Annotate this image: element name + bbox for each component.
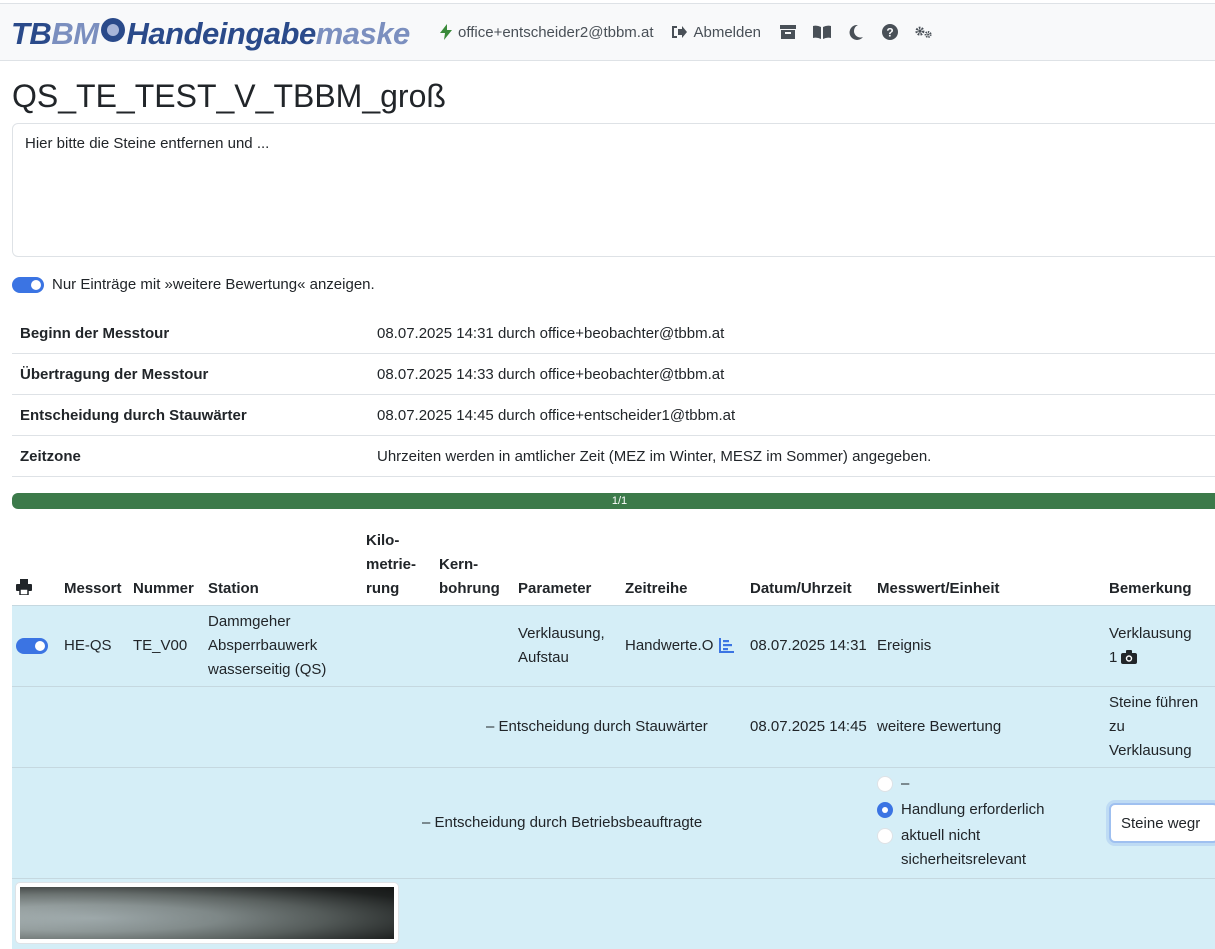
info-row: Zeitzone Uhrzeiten werden in amtlicher Z… xyxy=(12,436,1215,477)
progress-bar: 1/1 xyxy=(12,493,1215,509)
info-table: Beginn der Messtour 08.07.2025 14:31 dur… xyxy=(12,313,1215,477)
camera-icon[interactable] xyxy=(1121,648,1138,672)
radio-option-nicht-relevant[interactable]: aktuell nicht xyxy=(877,824,980,848)
decision-stauwaerter-bemerkung-2: zu xyxy=(1109,718,1125,735)
info-label: Beginn der Messtour xyxy=(20,324,170,342)
header-zeitreihe[interactable]: Zeitreihe xyxy=(625,577,688,601)
navbar: TBBM Handeingabemaske office+entscheider2… xyxy=(0,3,1215,61)
cell-station-2: Absperrbauwerk xyxy=(208,637,318,654)
header-bemerkung[interactable]: Bemerkung xyxy=(1109,577,1192,601)
progress-fill: 1/1 xyxy=(12,493,1215,509)
header-station[interactable]: Station xyxy=(208,577,259,601)
logout-icon xyxy=(672,26,688,38)
info-value: 08.07.2025 14:33 durch office+beobachter… xyxy=(377,365,725,383)
radio-handlung-label: Handlung erforderlich xyxy=(901,801,1045,818)
filter-toggle[interactable] xyxy=(12,276,44,293)
moon-icon[interactable] xyxy=(847,23,865,41)
header-kilometrierung-1[interactable]: Kilo- xyxy=(366,529,399,553)
chart-icon[interactable] xyxy=(719,637,735,661)
info-value: Uhrzeiten werden in amtlicher Zeit (MEZ … xyxy=(377,447,932,465)
user-menu[interactable]: office+entscheider2@tbbm.at xyxy=(440,24,653,41)
header-kernbohrung-2[interactable]: bohrung xyxy=(439,577,500,601)
logo-part3: Handeingabe xyxy=(126,16,317,51)
info-label: Zeitzone xyxy=(20,447,81,465)
comment-text: Hier bitte die Steine entfernen und ... xyxy=(25,135,270,152)
zeitreihe-label: Handwerte.O xyxy=(625,637,714,654)
logout-label: Abmelden xyxy=(693,23,762,41)
decision-stauwaerter-bemerkung-3: Verklausung xyxy=(1109,742,1192,759)
header-kernbohrung-1[interactable]: Kern- xyxy=(439,553,478,577)
app-logo[interactable]: TBBM Handeingabemaske xyxy=(11,16,410,52)
logo-globe-icon xyxy=(100,18,125,42)
header-datum[interactable]: Datum/Uhrzeit xyxy=(750,577,852,601)
header-messwert[interactable]: Messwert/Einheit xyxy=(877,577,1000,601)
logo-part4: maske xyxy=(315,16,411,51)
info-row: Entscheidung durch Stauwärter 08.07.2025… xyxy=(12,395,1215,436)
cell-nummer: TE_V00 xyxy=(133,637,188,654)
info-label: Entscheidung durch Stauwärter xyxy=(20,406,247,424)
info-row: Beginn der Messtour 08.07.2025 14:31 dur… xyxy=(12,313,1215,354)
row-toggle[interactable] xyxy=(16,638,48,654)
radio-none[interactable] xyxy=(877,776,893,792)
info-label: Übertragung der Messtour xyxy=(20,365,209,383)
header-kilometrierung-3[interactable]: rung xyxy=(366,577,399,601)
radio-none-label: – xyxy=(901,775,910,792)
radio-handlung[interactable] xyxy=(877,802,893,818)
info-value: 08.07.2025 14:45 durch office+entscheide… xyxy=(377,406,736,424)
decision-betrieb-label: – Entscheidung durch Betriebsbeauftragte xyxy=(422,814,703,831)
photo-image xyxy=(20,887,394,939)
cell-station-3: wasserseitig (QS) xyxy=(208,661,327,678)
comment-textarea[interactable]: Hier bitte die Steine entfernen und ... xyxy=(12,123,1215,257)
progress-label: 1/1 xyxy=(611,495,628,507)
decision-stauwaerter-label: – Entscheidung durch Stauwärter xyxy=(486,718,708,735)
cell-datum: 08.07.2025 14:31 xyxy=(750,637,867,654)
radio-option-handlung[interactable]: Handlung erforderlich xyxy=(877,798,1044,822)
decision-stauwaerter-messwert: weitere Bewertung xyxy=(877,718,1002,735)
radio-nicht-relevant-label-2: sicherheitsrelevant xyxy=(901,851,1027,868)
table-row xyxy=(12,605,1215,687)
info-row: Übertragung der Messtour 08.07.2025 14:3… xyxy=(12,354,1215,395)
print-icon[interactable] xyxy=(16,577,32,601)
radio-nicht-relevant-label-1: aktuell nicht xyxy=(901,827,981,844)
cell-messwert: Ereignis xyxy=(877,637,932,654)
archive-icon[interactable] xyxy=(779,23,797,41)
logo-part2: BM xyxy=(51,16,99,51)
radio-option-none[interactable]: – xyxy=(877,772,909,796)
decision-stauwaerter-bemerkung-1: Steine führen xyxy=(1109,694,1199,711)
logout-link[interactable]: Abmelden xyxy=(671,24,761,41)
logo-part1: TB xyxy=(11,16,52,51)
book-icon[interactable] xyxy=(813,23,832,41)
cell-bemerkung-1: Verklausung xyxy=(1109,625,1192,642)
header-parameter[interactable]: Parameter xyxy=(518,577,591,601)
filter-toggle-row: Nur Einträge mit »weitere Bewertung« anz… xyxy=(12,276,375,293)
cell-parameter-1: Verklausung, xyxy=(518,625,605,642)
header-kilometrierung-2[interactable]: metrie- xyxy=(366,553,416,577)
settings-icon[interactable] xyxy=(915,23,933,41)
cell-messort: HE-QS xyxy=(64,637,112,654)
help-icon[interactable]: ? xyxy=(881,23,899,41)
remark-input[interactable] xyxy=(1109,803,1215,843)
header-messort[interactable]: Messort xyxy=(64,577,122,601)
cell-parameter-2: Aufstau xyxy=(518,649,569,666)
filter-label: Nur Einträge mit »weitere Bewertung« anz… xyxy=(52,276,375,293)
photo-thumbnail[interactable] xyxy=(16,883,398,943)
cell-bemerkung-2: 1 xyxy=(1109,646,1138,672)
page-title: QS_TE_TEST_V_TBBM_groß xyxy=(12,78,446,114)
info-value: 08.07.2025 14:31 durch office+beobachter… xyxy=(377,324,725,342)
decision-stauwaerter-datum: 08.07.2025 14:45 xyxy=(750,718,867,735)
cell-zeitreihe[interactable]: Handwerte.O xyxy=(625,634,735,661)
bemerkung-count: 1 xyxy=(1109,649,1118,666)
user-email: office+entscheider2@tbbm.at xyxy=(458,23,654,41)
svg-text:?: ? xyxy=(886,26,893,40)
bolt-icon xyxy=(440,24,452,40)
cell-station-1: Dammgeher xyxy=(208,613,291,630)
header-nummer[interactable]: Nummer xyxy=(133,577,194,601)
radio-nicht-relevant[interactable] xyxy=(877,828,893,844)
